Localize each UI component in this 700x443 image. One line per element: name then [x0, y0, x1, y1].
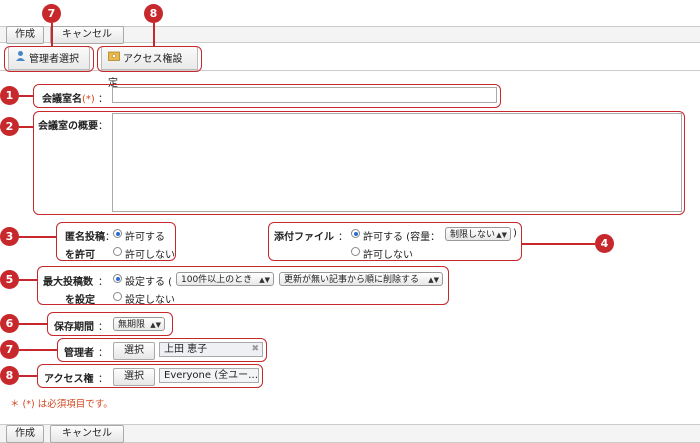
- callout-8-line: [19, 375, 37, 377]
- callout-3-line: [19, 236, 56, 238]
- maxpost-count-value: 100件以上のとき: [181, 275, 253, 285]
- updown-arrow-icon: ▲▼: [496, 231, 507, 239]
- updown-arrow-icon: ▲▼: [150, 321, 161, 329]
- create-button-top[interactable]: 作成: [6, 26, 44, 44]
- callout-6: 6: [0, 314, 19, 333]
- room-name-label: 会議室名(*): [42, 94, 95, 105]
- maxpost-unset-label: 設定しない: [125, 295, 175, 306]
- clear-icon[interactable]: ✖: [251, 343, 259, 356]
- attach-allow-label: 許可する (容量：: [363, 232, 441, 243]
- maxpost-action-value: 更新が無い記事から順に削除する: [284, 275, 420, 285]
- maxpost-set-label: 設定する (: [125, 277, 173, 288]
- frame-tab-manager: [4, 46, 94, 72]
- period-colon: ：: [98, 322, 108, 333]
- frame-tab-access: [97, 46, 202, 72]
- room-desc-colon: ：: [98, 121, 108, 132]
- maxpost-action-select[interactable]: 更新が無い記事から順に削除する ▲▼: [279, 272, 443, 286]
- callout-1: 1: [0, 86, 19, 105]
- room-desc-textarea[interactable]: [112, 113, 682, 212]
- attach-close-paren: ): [513, 228, 517, 239]
- period-select[interactable]: 無期限 ▲▼: [113, 317, 165, 331]
- period-label: 保存期間: [54, 322, 94, 333]
- manager-colon: ：: [98, 348, 108, 359]
- attach-colon: ：: [338, 232, 348, 243]
- callout-7-line: [19, 349, 57, 351]
- access-select-button[interactable]: 選択: [113, 368, 155, 386]
- callout-2: 2: [0, 117, 19, 136]
- updown-arrow-icon: ▲▼: [259, 276, 270, 284]
- attach-size-select[interactable]: 制限しない ▲▼: [445, 227, 511, 241]
- attach-deny-radio[interactable]: [351, 247, 360, 256]
- anon-deny-label: 許可しない: [125, 250, 175, 261]
- required-note: ＊ (*) は必須項目です。: [10, 399, 113, 410]
- access-field: Everyone (全ユー…: [159, 368, 259, 383]
- anon-allow-radio[interactable]: [113, 229, 122, 238]
- callout-8-top-line: [153, 23, 155, 46]
- anon-label-2: を許可: [65, 250, 95, 261]
- callout-8: 8: [0, 366, 19, 385]
- callout-3: 3: [0, 227, 19, 246]
- attach-label: 添付ファイル: [274, 232, 334, 243]
- maxpost-set-radio[interactable]: [113, 274, 122, 283]
- create-button-bottom[interactable]: 作成: [6, 425, 44, 443]
- callout-7-top: 7: [42, 4, 61, 23]
- callout-7-top-line: [51, 23, 53, 46]
- callout-7: 7: [0, 340, 19, 359]
- manager-label: 管理者: [64, 348, 94, 359]
- access-label: アクセス権: [44, 374, 94, 385]
- cancel-button-bottom[interactable]: キャンセル: [50, 425, 124, 443]
- maxpost-unset-radio[interactable]: [113, 292, 122, 301]
- manager-select-button[interactable]: 選択: [113, 342, 155, 360]
- attach-allow-radio[interactable]: [351, 229, 360, 238]
- anon-label-1: 匿名投稿: [65, 232, 105, 243]
- room-name-colon: ：: [98, 94, 108, 105]
- attach-deny-label: 許可しない: [363, 250, 413, 261]
- anon-deny-radio[interactable]: [113, 247, 122, 256]
- maxpost-colon: ：: [98, 277, 108, 288]
- manager-field: 上田 恵子 ✖: [159, 342, 263, 357]
- callout-4: 4: [595, 234, 614, 253]
- cancel-button-top[interactable]: キャンセル: [50, 26, 124, 44]
- callout-1-line: [19, 95, 33, 97]
- access-colon: ：: [98, 374, 108, 385]
- maxpost-label-1: 最大投稿数: [43, 277, 93, 288]
- callout-5: 5: [0, 270, 19, 289]
- maxpost-label-2: を設定: [65, 295, 95, 306]
- callout-4-line: [522, 243, 595, 245]
- room-name-input[interactable]: [112, 87, 497, 103]
- callout-8-top: 8: [144, 4, 163, 23]
- maxpost-count-select[interactable]: 100件以上のとき ▲▼: [176, 272, 274, 286]
- manager-value: 上田 恵子: [164, 344, 208, 355]
- attach-size-value: 制限しない: [450, 230, 496, 240]
- callout-6-line: [19, 323, 47, 325]
- callout-2-line: [19, 126, 33, 128]
- updown-arrow-icon: ▲▼: [428, 276, 439, 284]
- room-desc-label: 会議室の概要: [38, 121, 98, 132]
- callout-5-line: [19, 279, 37, 281]
- period-value: 無期限: [118, 320, 146, 330]
- anon-allow-label: 許可する: [125, 232, 165, 243]
